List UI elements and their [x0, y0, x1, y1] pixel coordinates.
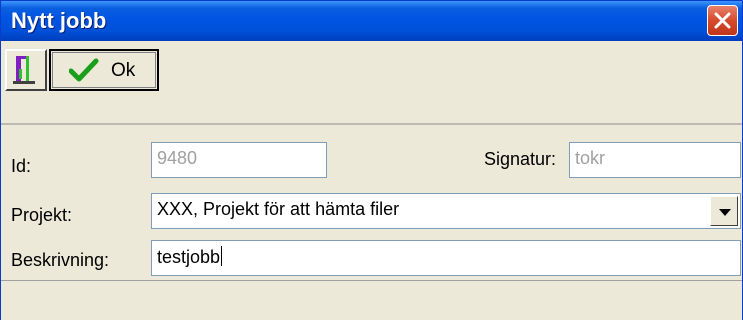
- signatur-label: Signatur:: [484, 149, 557, 169]
- status-bar: [1, 280, 742, 320]
- dropdown-arrow-icon[interactable]: [710, 196, 738, 226]
- projekt-value: XXX, Projekt för att hämta filer: [157, 199, 400, 219]
- id-label: Id:: [11, 156, 32, 176]
- projekt-label: Projekt:: [11, 205, 73, 225]
- window-title: Nytt jobb: [11, 8, 107, 33]
- close-button[interactable]: [707, 5, 738, 36]
- ok-button-label: Ok: [111, 60, 136, 81]
- toolbar: Ok: [1, 41, 742, 125]
- exit-button[interactable]: [5, 49, 47, 91]
- ok-button[interactable]: Ok: [49, 49, 159, 91]
- beskrivning-label: Beskrivning:: [11, 250, 110, 270]
- checkmark-icon: [69, 58, 99, 82]
- projekt-select[interactable]: XXX, Projekt för att hämta filer: [151, 193, 741, 229]
- beskrivning-value: testjobb: [157, 247, 221, 267]
- id-field[interactable]: 9480: [151, 142, 327, 178]
- signatur-field[interactable]: tokr: [569, 142, 741, 178]
- title-bar[interactable]: Nytt jobb: [1, 1, 742, 41]
- job-form: Id: 9480 Signatur: tokr Projekt: XXX, Pr…: [1, 125, 742, 280]
- exit-door-icon: [13, 56, 35, 84]
- dialog-window: Nytt jobb Ok Id: 9480 Signatur: tokr Pro…: [0, 0, 743, 320]
- beskrivning-input[interactable]: testjobb: [151, 240, 741, 276]
- close-icon: [714, 12, 731, 29]
- text-cursor: [221, 246, 223, 266]
